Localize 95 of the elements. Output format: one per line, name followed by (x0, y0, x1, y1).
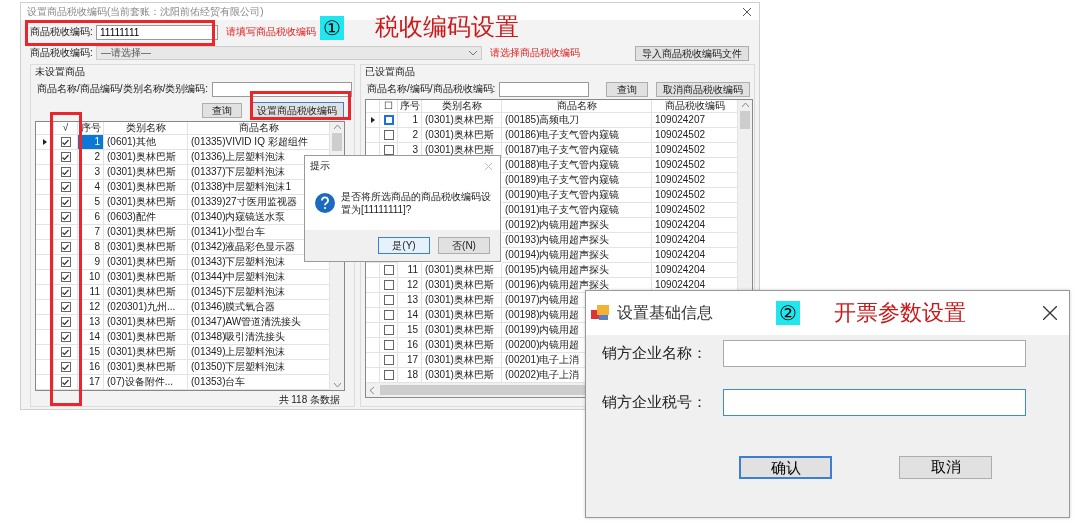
field-label: 销方企业税号： (602, 393, 708, 412)
column-header: ☐ (380, 100, 398, 113)
table-cell: (00186)电子支气管内窥镜 (502, 128, 652, 143)
table-cell: (01349)上层塑料泡沫 (188, 345, 330, 360)
table-cell: 16 (398, 338, 422, 353)
table-cell: 3 (78, 165, 104, 180)
hint-text: 请选择商品税收编码 (490, 46, 580, 60)
table-cell: (0301)奥林巴斯 (104, 150, 188, 165)
table-cell: 1 (398, 113, 422, 128)
table-cell: 1 (78, 135, 104, 150)
table-cell: (0301)奥林巴斯 (422, 293, 502, 308)
table-cell: 10 (78, 270, 104, 285)
table-cell: 17 (398, 353, 422, 368)
table-cell: (0301)奥林巴斯 (104, 195, 188, 210)
table-cell: 6 (78, 210, 104, 225)
field-label: 商品税收编码: (30, 46, 94, 60)
table-cell: (01353)台车 (188, 375, 330, 390)
table-cell: 12 (398, 278, 422, 293)
table-cell: (0301)奥林巴斯 (104, 165, 188, 180)
table-cell: 14 (398, 308, 422, 323)
table-cell: 5 (78, 195, 104, 210)
table-cell: (0301)奥林巴斯 (104, 240, 188, 255)
column-header: 商品名称 (502, 100, 652, 113)
column-header: 类别名称 (422, 100, 502, 113)
table-cell: 13 (398, 293, 422, 308)
hint-text: 请填写商品税收编码 (226, 25, 316, 39)
table-cell: (0301)奥林巴斯 (104, 360, 188, 375)
table-cell: (0301)奥林巴斯 (104, 180, 188, 195)
table-cell: (020301)九州... (104, 300, 188, 315)
step-marker: ① (320, 16, 344, 40)
dialog-message: 是否将所选商品的商品税收编码设置为[11111111]? (341, 190, 492, 216)
table-cell: (00188)电子支气管内窥镜 (502, 158, 652, 173)
table-cell: (0301)奥林巴斯 (422, 338, 502, 353)
table-cell: (01345)下层塑料泡沫 (188, 285, 330, 300)
table-cell: 4 (78, 180, 104, 195)
table-cell: 14 (78, 330, 104, 345)
table-cell: 7 (78, 225, 104, 240)
table-cell: 2 (398, 128, 422, 143)
group-title: 未设置商品 (35, 65, 86, 79)
field-label: 商品税收编码: (30, 25, 94, 39)
table-cell: (0603)配件 (104, 210, 188, 225)
table-cell: (0301)奥林巴斯 (422, 308, 502, 323)
table-cell: (0301)奥林巴斯 (104, 270, 188, 285)
table-cell: (01348)吸引清洗接头 (188, 330, 330, 345)
column-header: 类别名称 (104, 122, 188, 135)
table-cell: (0301)奥林巴斯 (104, 330, 188, 345)
annotation-text: 开票参数设置 (834, 299, 966, 327)
table-cell: 11 (78, 285, 104, 300)
search-label: 商品名称/编码/商品税收编码: (367, 82, 496, 96)
column-header: 商品名称 (188, 122, 330, 135)
table-cell: (0301)奥林巴斯 (104, 285, 188, 300)
table-cell: (0301)奥林巴斯 (422, 128, 502, 143)
column-header: √ (54, 122, 78, 135)
table-cell: (00195)内镜用超声探头 (502, 263, 652, 278)
table-cell: 9 (78, 255, 104, 270)
table-cell: 16 (78, 360, 104, 375)
search-label: 商品名称/商品编码/类别名称/类别编码: (37, 82, 209, 96)
table-cell: (00189)电子支气管内窥镜 (502, 173, 652, 188)
table-cell: (00192)内镜用超声探头 (502, 218, 652, 233)
table-cell: 13 (78, 315, 104, 330)
window-title: 设置商品税收编码(当前套账：沈阳前佑经贸有限公司) (27, 4, 264, 19)
table-cell: 2 (78, 150, 104, 165)
table-cell: (01347)AW管道清洗接头 (188, 315, 330, 330)
group-title: 已设置商品 (365, 65, 416, 79)
table-cell: (0301)奥林巴斯 (422, 278, 502, 293)
table-cell: 12 (78, 300, 104, 315)
table-cell: (01350)下层塑料泡沫 (188, 360, 330, 375)
table-cell: (00185)高频电刀 (502, 113, 652, 128)
table-cell: (0301)奥林巴斯 (104, 225, 188, 240)
table-cell: (0301)奥林巴斯 (104, 255, 188, 270)
table-cell: (0301)奥林巴斯 (104, 315, 188, 330)
table-cell: (0601)其他 (104, 135, 188, 150)
table-cell: (00190)电子支气管内窥镜 (502, 188, 652, 203)
table-cell: (01344)中层塑料泡沫 (188, 270, 330, 285)
column-header: 序号 (398, 100, 422, 113)
table-cell: (01335)VIVID IQ 彩超组件 (188, 135, 330, 150)
table-cell: (01346)膜式氧合器 (188, 300, 330, 315)
table-cell: (00193)内镜用超声探头 (502, 233, 652, 248)
annotation-text: 税收编码设置 (375, 13, 519, 41)
table-cell: 17 (78, 375, 104, 390)
table-cell: (00187)电子支气管内窥镜 (502, 143, 652, 158)
table-cell: (0301)奥林巴斯 (104, 345, 188, 360)
table-cell: (0301)奥林巴斯 (422, 263, 502, 278)
table-cell: 8 (78, 240, 104, 255)
table-cell: (00191)电子支气管内窥镜 (502, 203, 652, 218)
table-cell: (0301)奥林巴斯 (422, 353, 502, 368)
record-count: 共 118 条数据 (278, 393, 341, 407)
table-cell: 15 (398, 323, 422, 338)
table-cell: (0301)奥林巴斯 (422, 113, 502, 128)
table-cell: (00194)内镜用超声探头 (502, 248, 652, 263)
table-cell: (07)设备附件... (104, 375, 188, 390)
step-marker: ② (776, 301, 800, 325)
table-cell: (0301)奥林巴斯 (422, 323, 502, 338)
table-cell: 15 (78, 345, 104, 360)
table-cell: 11 (398, 263, 422, 278)
